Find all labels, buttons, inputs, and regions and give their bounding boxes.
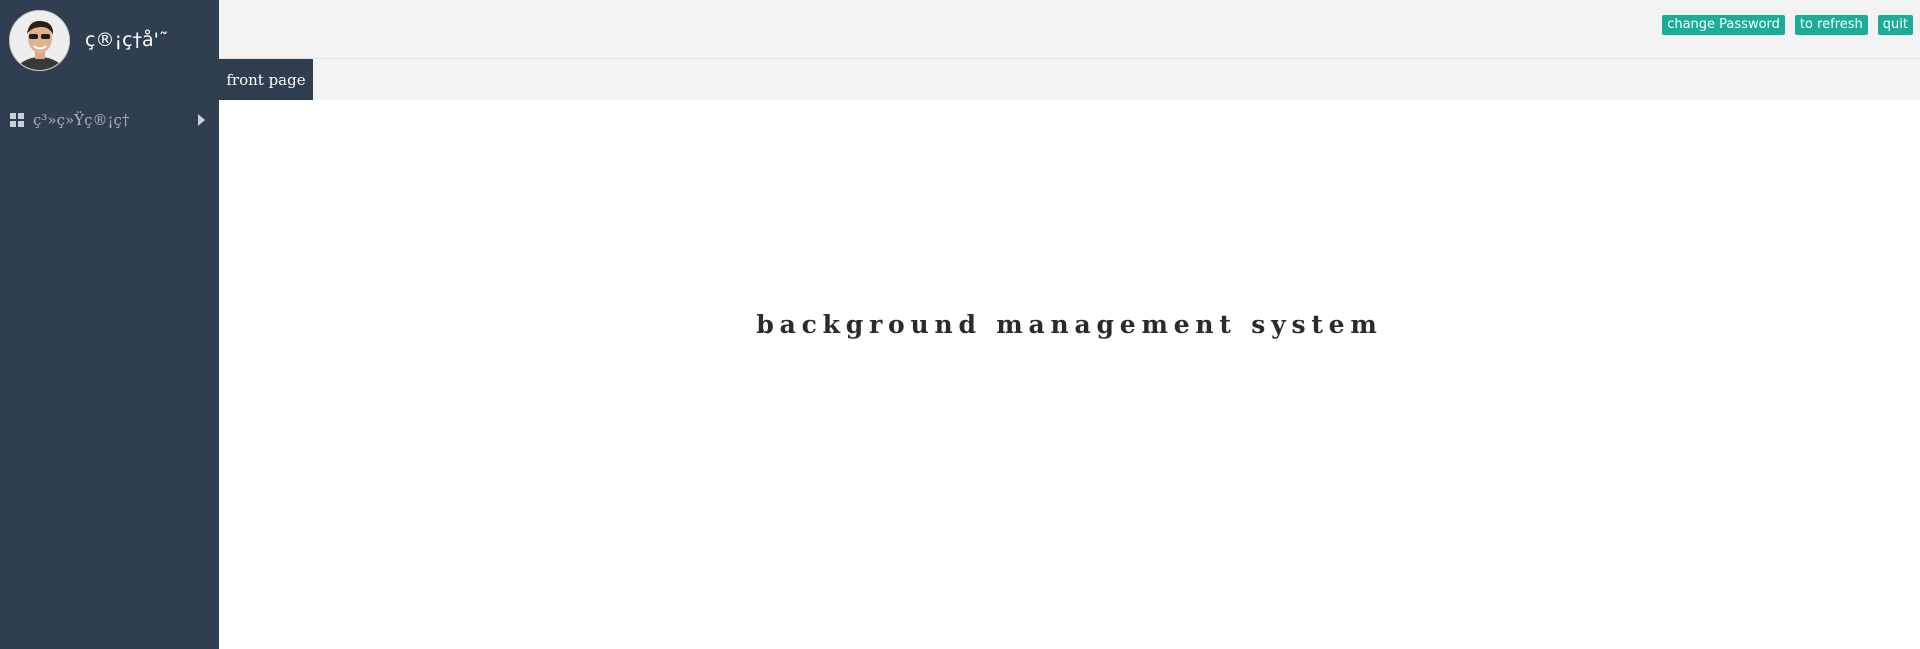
app-root: ç®¡ç†å'˜ ç³»ç»Ÿç®¡ç† change Password to …: [0, 0, 1920, 649]
user-profile: ç®¡ç†å'˜: [9, 9, 169, 71]
sidebar: ç®¡ç†å'˜ ç³»ç»Ÿç®¡ç†: [0, 0, 219, 649]
refresh-button[interactable]: to refresh: [1794, 15, 1868, 35]
grid-icon: [10, 113, 24, 127]
sidebar-item-label: ç³»ç»Ÿç®¡ç†: [33, 111, 130, 129]
username-label: ç®¡ç†å'˜: [85, 29, 169, 51]
header-actions: change Password to refresh quit: [1662, 15, 1913, 35]
change-password-button[interactable]: change Password: [1662, 15, 1785, 35]
main-content: background management system: [219, 100, 1920, 649]
sidebar-item-system-management[interactable]: ç³»ç»Ÿç®¡ç†: [0, 106, 219, 134]
page-title: background management system: [756, 310, 1383, 339]
user-avatar-icon[interactable]: [9, 9, 70, 71]
tab-bar: front page: [219, 59, 1920, 100]
quit-button[interactable]: quit: [1877, 15, 1913, 35]
caret-right-icon: [198, 114, 205, 126]
top-header: change Password to refresh quit: [219, 0, 1920, 59]
tab-front-page[interactable]: front page: [219, 59, 313, 100]
